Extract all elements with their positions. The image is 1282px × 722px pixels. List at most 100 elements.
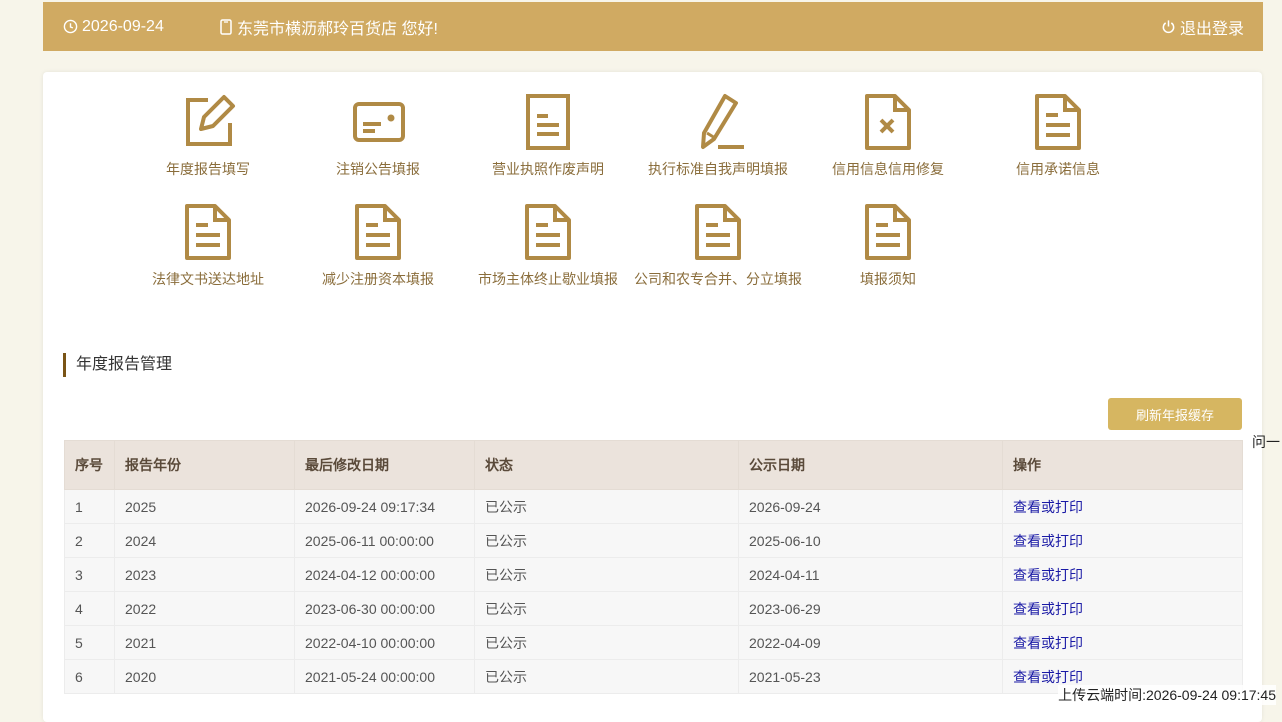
document-icon xyxy=(525,204,571,260)
view-print-link[interactable]: 查看或打印 xyxy=(1013,635,1083,651)
edit-icon xyxy=(186,95,235,146)
col-header-modified: 最后修改日期 xyxy=(294,440,475,490)
cell-status: 已公示 xyxy=(474,659,739,694)
func-label: 执行标准自我声明填报 xyxy=(648,161,788,177)
main-card: 年度报告填写 注销公告填报 营业执照作废声明 执行标准自我声明填报 信用信息信用… xyxy=(43,72,1262,722)
side-help-text[interactable]: 问一 xyxy=(1252,432,1280,452)
func-license-void[interactable]: 营业执照作废声明 xyxy=(463,93,633,179)
func-label: 减少注册资本填报 xyxy=(322,271,434,287)
table-row: 1 2025 2026-09-24 09:17:34 已公示 2026-09-2… xyxy=(64,489,1243,524)
cell-index: 2 xyxy=(64,523,115,558)
annual-report-table: 序号 报告年份 最后修改日期 状态 公示日期 操作 1 2025 2026-09… xyxy=(64,440,1243,694)
cell-modified: 2023-06-30 00:00:00 xyxy=(294,591,475,626)
cell-index: 1 xyxy=(64,489,115,524)
func-instructions[interactable]: 填报须知 xyxy=(803,203,973,289)
greeting: 东莞市横沥郝玲百货店 您好! xyxy=(219,2,438,51)
cell-publish-date: 2021-05-23 xyxy=(738,659,1003,694)
func-label: 信用信息信用修复 xyxy=(832,161,944,177)
document-icon xyxy=(1035,94,1081,150)
func-termination[interactable]: 市场主体终止歇业填报 xyxy=(463,203,633,289)
view-print-link[interactable]: 查看或打印 xyxy=(1013,601,1083,617)
header-date: 2026-09-24 xyxy=(82,17,164,35)
power-icon xyxy=(1162,20,1175,34)
cell-publish-date: 2024-04-11 xyxy=(738,557,1003,592)
cell-publish-date: 2026-09-24 xyxy=(738,489,1003,524)
func-annual-report[interactable]: 年度报告填写 xyxy=(123,93,293,179)
clock-icon xyxy=(63,19,78,34)
document-icon xyxy=(695,204,741,260)
cell-year: 2020 xyxy=(114,659,295,694)
cell-publish-date: 2023-06-29 xyxy=(738,591,1003,626)
col-header-year: 报告年份 xyxy=(114,440,295,490)
col-header-index: 序号 xyxy=(64,440,115,490)
func-credit-commitment[interactable]: 信用承诺信息 xyxy=(973,93,1143,179)
func-label: 年度报告填写 xyxy=(166,161,250,177)
func-label: 填报须知 xyxy=(860,271,916,287)
func-credit-repair[interactable]: 信用信息信用修复 xyxy=(803,93,973,179)
cell-index: 6 xyxy=(64,659,115,694)
card-icon xyxy=(353,102,405,142)
view-print-link[interactable]: 查看或打印 xyxy=(1013,669,1083,685)
top-header-bar: 2026-09-24 东莞市横沥郝玲百货店 您好! 退出登录 xyxy=(43,2,1263,51)
cell-action: 查看或打印 xyxy=(1002,489,1243,524)
section-title: 年度报告管理 xyxy=(63,353,172,377)
cell-status: 已公示 xyxy=(474,591,739,626)
cell-year: 2022 xyxy=(114,591,295,626)
cell-status: 已公示 xyxy=(474,523,739,558)
col-header-status: 状态 xyxy=(474,440,739,490)
func-label: 注销公告填报 xyxy=(336,161,420,177)
document-icon xyxy=(526,94,570,150)
upload-time-label: 上传云端时间:2026-09-24 09:17:45 xyxy=(1058,685,1276,705)
func-standard-declaration[interactable]: 执行标准自我声明填报 xyxy=(633,93,803,179)
col-header-publish-date: 公示日期 xyxy=(738,440,1003,490)
greeting-text: 东莞市横沥郝玲百货店 您好! xyxy=(237,20,438,38)
phone-icon xyxy=(220,18,232,35)
func-label: 信用承诺信息 xyxy=(1016,161,1100,177)
cell-year: 2025 xyxy=(114,489,295,524)
logout-label: 退出登录 xyxy=(1179,20,1244,38)
cell-status: 已公示 xyxy=(474,625,739,660)
table-row: 3 2023 2024-04-12 00:00:00 已公示 2024-04-1… xyxy=(64,557,1243,592)
col-header-action: 操作 xyxy=(1002,440,1243,490)
view-print-link[interactable]: 查看或打印 xyxy=(1013,533,1083,549)
func-label: 市场主体终止歇业填报 xyxy=(478,271,618,287)
document-icon xyxy=(185,204,231,260)
cell-year: 2023 xyxy=(114,557,295,592)
table-row: 5 2021 2022-04-10 00:00:00 已公示 2022-04-0… xyxy=(64,625,1243,660)
table-header-row: 序号 报告年份 最后修改日期 状态 公示日期 操作 xyxy=(64,440,1243,490)
table-row: 4 2022 2023-06-30 00:00:00 已公示 2023-06-2… xyxy=(64,591,1243,626)
cell-index: 4 xyxy=(64,591,115,626)
func-legal-address[interactable]: 法律文书送达地址 xyxy=(123,203,293,289)
cell-year: 2021 xyxy=(114,625,295,660)
document-icon xyxy=(355,204,401,260)
view-print-link[interactable]: 查看或打印 xyxy=(1013,567,1083,583)
pencil-icon xyxy=(701,94,744,149)
func-cancel-notice[interactable]: 注销公告填报 xyxy=(293,93,463,179)
cell-action: 查看或打印 xyxy=(1002,523,1243,558)
cell-index: 5 xyxy=(64,625,115,660)
func-label: 公司和农专合并、分立填报 xyxy=(634,271,802,287)
func-label: 法律文书送达地址 xyxy=(152,271,264,287)
date-display: 2026-09-24 xyxy=(63,2,164,51)
cell-publish-date: 2025-06-10 xyxy=(738,523,1003,558)
cell-modified: 2024-04-12 00:00:00 xyxy=(294,557,475,592)
document-x-icon xyxy=(865,94,911,150)
cell-action: 查看或打印 xyxy=(1002,557,1243,592)
refresh-cache-button[interactable]: 刷新年报缓存 xyxy=(1108,398,1242,430)
logout-button[interactable]: 退出登录 xyxy=(1161,2,1244,51)
view-print-link[interactable]: 查看或打印 xyxy=(1013,499,1083,515)
table-row: 2 2024 2025-06-11 00:00:00 已公示 2025-06-1… xyxy=(64,523,1243,558)
document-icon xyxy=(865,204,911,260)
cell-status: 已公示 xyxy=(474,489,739,524)
cell-year: 2024 xyxy=(114,523,295,558)
func-label: 营业执照作废声明 xyxy=(492,161,604,177)
func-merger-split[interactable]: 公司和农专合并、分立填报 xyxy=(633,203,803,289)
cell-publish-date: 2022-04-09 xyxy=(738,625,1003,660)
cell-modified: 2021-05-24 00:00:00 xyxy=(294,659,475,694)
cell-action: 查看或打印 xyxy=(1002,625,1243,660)
cell-index: 3 xyxy=(64,557,115,592)
func-capital-reduction[interactable]: 减少注册资本填报 xyxy=(293,203,463,289)
cell-action: 查看或打印 xyxy=(1002,591,1243,626)
cell-modified: 2025-06-11 00:00:00 xyxy=(294,523,475,558)
cell-status: 已公示 xyxy=(474,557,739,592)
